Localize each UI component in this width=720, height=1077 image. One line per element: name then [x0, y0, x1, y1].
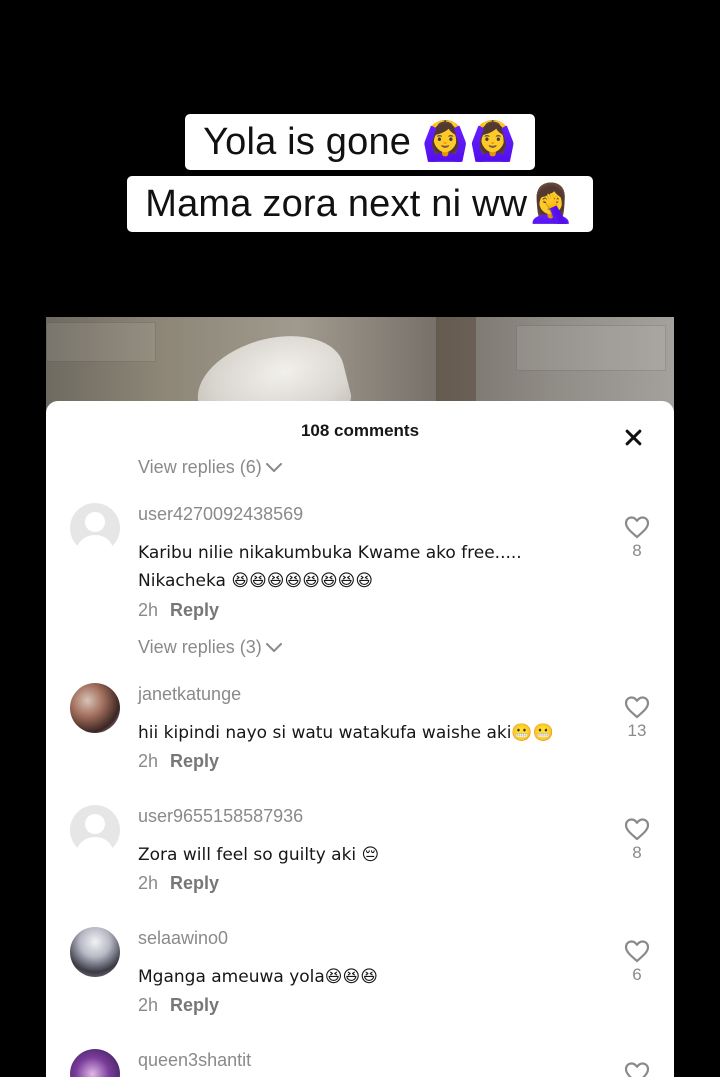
chevron-down-icon: [265, 642, 282, 652]
avatar[interactable]: [70, 1049, 120, 1077]
view-replies-button[interactable]: View replies (3): [138, 637, 282, 658]
reply-button[interactable]: Reply: [170, 751, 219, 772]
avatar[interactable]: [70, 683, 120, 733]
comment-text: hii kipindi nayo si watu watakufa waishe…: [138, 723, 554, 743]
like-button[interactable]: 8: [622, 515, 652, 561]
view-replies-label: View replies (3): [138, 637, 262, 657]
comment-time: 2h: [138, 873, 159, 893]
comment-username[interactable]: user9655158587936: [138, 806, 303, 827]
view-replies-label: View replies (6): [138, 457, 262, 477]
caption-line-2: Mama zora next ni ww🤦‍♀️: [0, 176, 720, 232]
heart-icon: [624, 818, 650, 841]
comment-text: Mganga ameuwa yola😆😆😆: [138, 967, 378, 987]
heart-icon: [624, 696, 650, 719]
chevron-down-icon: [265, 462, 282, 472]
like-button[interactable]: 8: [622, 817, 652, 863]
caption-text-1: Yola is gone 🙆‍♀️🙆‍♀️: [185, 114, 535, 170]
like-count: 13: [627, 721, 647, 740]
reply-button[interactable]: Reply: [170, 873, 219, 894]
comments-sheet: 108 comments View replies (6) user427009…: [46, 401, 674, 1077]
comments-count-title: 108 comments: [300, 421, 420, 440]
comment-text: Zora will feel so guilty aki 😔: [138, 845, 380, 865]
like-count: 8: [632, 843, 642, 862]
avatar[interactable]: [70, 927, 120, 977]
caption-line-1: Yola is gone 🙆‍♀️🙆‍♀️: [0, 114, 720, 170]
heart-icon: [624, 1062, 650, 1077]
heart-icon: [624, 940, 650, 963]
like-button[interactable]: 6: [622, 939, 652, 985]
close-icon[interactable]: [620, 425, 646, 451]
comment-meta: 2h Reply: [138, 751, 219, 772]
comment-username[interactable]: user4270092438569: [138, 504, 303, 525]
avatar[interactable]: [70, 805, 120, 855]
comment-username[interactable]: janetkatunge: [138, 684, 241, 705]
like-count: 8: [632, 541, 642, 560]
video-wall: [516, 325, 666, 371]
comment-meta: 2h Reply: [138, 600, 219, 621]
comment-time: 2h: [138, 600, 159, 620]
comment-username[interactable]: selaawino0: [138, 928, 228, 949]
video-wall: [46, 322, 156, 362]
comment-username[interactable]: queen3shantit: [138, 1050, 251, 1071]
reply-button[interactable]: Reply: [170, 600, 219, 621]
like-button[interactable]: 13: [622, 695, 652, 741]
comment-text: Karibu nilie nikakumbuka Kwame ako free.…: [138, 543, 522, 591]
caption-text-2: Mama zora next ni ww🤦‍♀️: [127, 176, 593, 232]
reply-button[interactable]: Reply: [170, 995, 219, 1016]
view-replies-button[interactable]: View replies (6): [138, 457, 282, 478]
like-button[interactable]: [622, 1061, 652, 1077]
comment-time: 2h: [138, 995, 159, 1015]
avatar[interactable]: [70, 503, 120, 553]
comment-meta: 2h Reply: [138, 995, 219, 1016]
comment-time: 2h: [138, 751, 159, 771]
comment-meta: 2h Reply: [138, 873, 219, 894]
heart-icon: [624, 516, 650, 539]
like-count: 6: [632, 965, 642, 984]
